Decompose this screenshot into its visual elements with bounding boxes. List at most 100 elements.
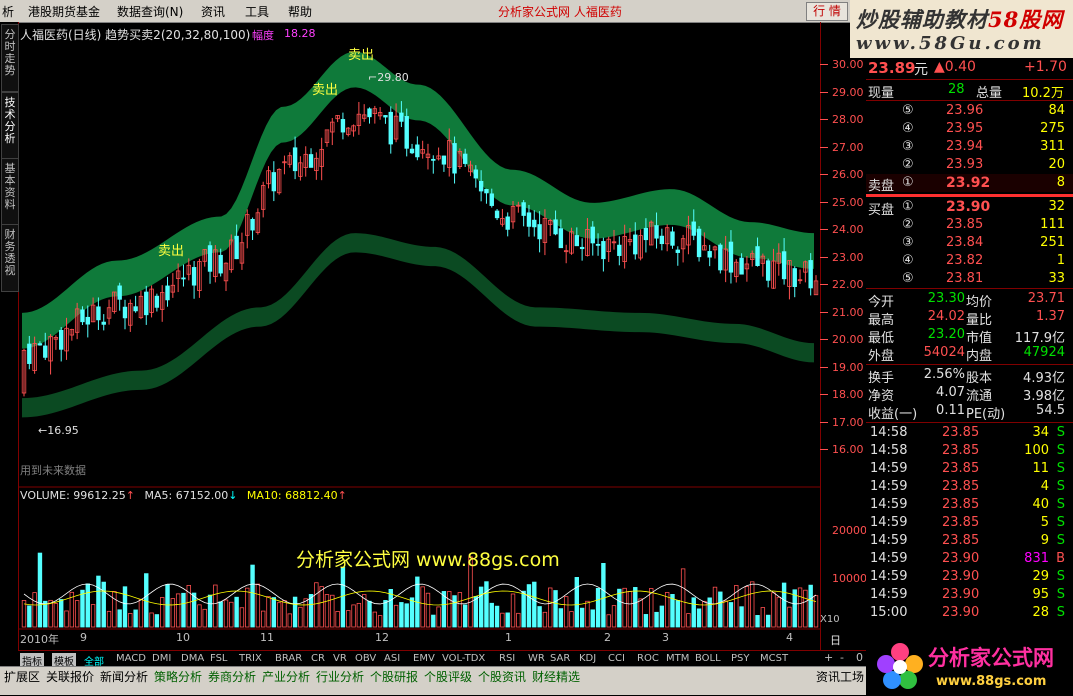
menu-tools[interactable]: 工具 bbox=[245, 3, 269, 20]
menu-news[interactable]: 资讯 bbox=[201, 3, 225, 20]
tick-time: 14:59 bbox=[870, 587, 908, 602]
volume-bar bbox=[229, 601, 234, 628]
candle-body bbox=[617, 244, 622, 256]
stat-value: 1.37 bbox=[1036, 309, 1065, 324]
stat-row: 今开 23.30 均价 23.71 bbox=[866, 290, 1073, 310]
menu-data-query[interactable]: 数据查询(N) bbox=[117, 3, 183, 20]
bid-price: 23.82 bbox=[946, 253, 984, 268]
indicator-tab[interactable]: BOLL bbox=[695, 653, 721, 664]
volume-bar bbox=[64, 610, 69, 628]
indicator-tab[interactable]: MTM bbox=[666, 653, 689, 664]
tick-volume: 9 bbox=[1040, 533, 1049, 548]
statusbar-right[interactable]: 资讯工场 bbox=[816, 668, 864, 685]
indicator-tab[interactable]: ASI bbox=[384, 653, 400, 664]
bid-level: ② bbox=[902, 217, 914, 232]
indicator-tab[interactable]: BRAR bbox=[275, 653, 302, 664]
ask-price: 23.94 bbox=[946, 139, 984, 154]
indicator-tab[interactable]: PSY bbox=[731, 653, 750, 664]
tab-fundamentals[interactable]: 基本资料 bbox=[1, 158, 19, 226]
logo-title: 分析家公式网 bbox=[928, 646, 1054, 670]
statusbar-item[interactable]: 策略分析 bbox=[154, 668, 202, 685]
tick-time: 14:59 bbox=[870, 461, 908, 476]
tab-technical[interactable]: 技术分析 bbox=[1, 92, 19, 160]
price-tick: 30.00 bbox=[832, 58, 864, 71]
tab-intraday[interactable]: 分时走势 bbox=[1, 24, 19, 92]
indicator-tab[interactable]: SAR bbox=[550, 653, 570, 664]
candle-body bbox=[27, 343, 32, 364]
volume-value: VOLUME: 99612.25 bbox=[20, 489, 126, 502]
price-tick: 28.00 bbox=[832, 113, 864, 126]
volume-bar bbox=[388, 589, 393, 628]
menu-analysis[interactable]: 析 bbox=[2, 3, 14, 20]
candle-body bbox=[781, 251, 787, 280]
tick-price: 23.85 bbox=[942, 443, 980, 458]
indicator-tab[interactable]: CR bbox=[311, 653, 325, 664]
indicator-tab[interactable]: ROC bbox=[637, 653, 659, 664]
indicator-tab[interactable]: KDJ bbox=[579, 653, 596, 664]
candle-body bbox=[633, 234, 638, 255]
tab-financials[interactable]: 财务透视 bbox=[1, 224, 19, 292]
statusbar-item[interactable]: 扩展区 bbox=[4, 668, 40, 685]
statusbar-item[interactable]: 财经精选 bbox=[532, 668, 580, 685]
statusbar: 扩展区 关联报价 新闻分析 策略分析 券商分析 产业分析 行业分析 个股研报 个股评级 个股资讯财… bbox=[0, 666, 866, 695]
candle-body bbox=[521, 202, 526, 216]
volume-bar bbox=[500, 612, 505, 628]
tick-side: S bbox=[1056, 479, 1065, 494]
menu-help[interactable]: 帮助 bbox=[288, 3, 312, 20]
quote-button[interactable]: 行 情 bbox=[806, 2, 848, 21]
indicator-tab[interactable]: FSL bbox=[210, 653, 228, 664]
volume-bar bbox=[207, 594, 213, 628]
volume-bar bbox=[787, 606, 792, 628]
indicator-tab[interactable]: EMV bbox=[413, 653, 435, 664]
ask-label: 卖盘 bbox=[868, 179, 895, 194]
price-tick: 26.00 bbox=[832, 168, 864, 181]
volume-bar bbox=[255, 583, 261, 628]
indicator-tab[interactable]: TRIX bbox=[239, 653, 262, 664]
ask-level: ① bbox=[902, 175, 914, 190]
indicator-tab[interactable]: DMA bbox=[181, 653, 204, 664]
volume-bar bbox=[601, 563, 606, 628]
chart-watermark: 分析家公式网 www.88gs.com bbox=[296, 549, 560, 571]
statusbar-item[interactable]: 新闻分析 bbox=[100, 668, 148, 685]
candle-body bbox=[59, 329, 64, 350]
statusbar-item[interactable]: 券商分析 bbox=[208, 668, 256, 685]
volume-bar bbox=[516, 612, 521, 628]
volume-bar bbox=[112, 591, 117, 628]
date-axis: 2010年 9 10 11 12 1 2 3 4 bbox=[18, 631, 820, 646]
statusbar-item[interactable]: 个股评级 bbox=[424, 668, 472, 685]
tick-price: 23.85 bbox=[942, 461, 980, 476]
tick-time: 14:58 bbox=[870, 425, 908, 440]
stat-value: 2.56% bbox=[923, 367, 965, 382]
indicator-tab[interactable]: OBV bbox=[355, 653, 376, 664]
zoom-in-button[interactable]: + bbox=[824, 651, 833, 664]
volume-bar bbox=[739, 606, 744, 628]
statusbar-item[interactable]: 个股资讯 bbox=[478, 668, 526, 685]
statusbar-item[interactable]: 个股研报 bbox=[370, 668, 418, 685]
indicator-tab[interactable]: RSI bbox=[499, 653, 515, 664]
statusbar-item[interactable]: 行业分析 bbox=[316, 668, 364, 685]
menu-hk-futures-funds[interactable]: 港股期货基金 bbox=[28, 3, 100, 20]
indicator-tab[interactable]: WR bbox=[528, 653, 545, 664]
zoom-out-button[interactable]: - bbox=[840, 651, 844, 664]
stat-value: 0.11 bbox=[936, 403, 965, 418]
quote-panel: 23.89 元 ▲0.40 +1.70 现量 28 总量 10.2万 ⑤ 23.9… bbox=[866, 58, 1073, 650]
ask-price: 23.93 bbox=[946, 157, 984, 172]
volume-bar bbox=[133, 609, 138, 628]
chart-area[interactable]: 人福医药(日线) 趋势买卖2(20,32,80,100) 幅度 18.28 卖出… bbox=[18, 22, 867, 663]
volume-bar bbox=[447, 591, 452, 628]
statusbar-item[interactable]: 关联报价 bbox=[46, 668, 94, 685]
ask-level: ④ bbox=[902, 121, 914, 136]
indicator-tab[interactable]: VR bbox=[333, 653, 347, 664]
statusbar-item[interactable]: 产业分析 bbox=[262, 668, 310, 685]
indicator-tab[interactable]: VOL-TDX bbox=[442, 653, 485, 664]
indicator-tab[interactable]: MCST bbox=[760, 653, 788, 664]
indicator-tab[interactable]: CCI bbox=[608, 653, 625, 664]
indicator-tab[interactable]: MACD bbox=[116, 653, 146, 664]
reset-button[interactable]: 0 bbox=[856, 651, 863, 664]
stat-value: 47924 bbox=[1023, 345, 1065, 360]
volume-bar bbox=[213, 584, 218, 628]
volume-bar bbox=[627, 591, 633, 628]
volume-bar bbox=[510, 593, 516, 628]
indicator-tab[interactable]: DMI bbox=[152, 653, 171, 664]
stat-value: 4.07 bbox=[936, 385, 965, 400]
